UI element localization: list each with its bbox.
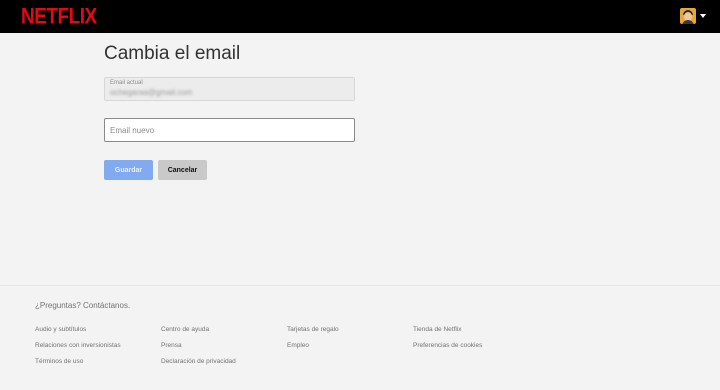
current-email-field: Email actual ochegaraa@gmail.com <box>104 77 355 101</box>
profile-menu[interactable] <box>680 8 706 24</box>
current-email-value: ochegaraa@gmail.com <box>110 88 193 97</box>
new-email-input[interactable] <box>105 119 354 141</box>
footer-link-terms[interactable]: Términos de uso <box>35 358 83 365</box>
cancel-button[interactable]: Cancelar <box>158 160 207 180</box>
top-nav-bar: NETFLIX <box>0 0 720 33</box>
footer-link-netflix-shop[interactable]: Tienda de Netflix <box>413 326 462 333</box>
footer-contact-link[interactable]: ¿Preguntas? Contáctanos. <box>35 301 130 310</box>
caret-down-icon[interactable] <box>700 14 706 18</box>
footer-link-cookie-preferences[interactable]: Preferencias de cookies <box>413 342 482 349</box>
footer-link-privacy[interactable]: Declaración de privacidad <box>161 358 236 365</box>
current-email-label: Email actual <box>110 80 143 86</box>
footer-link-audio-subtitles[interactable]: Audio y subtítulos <box>35 326 86 333</box>
footer-divider <box>0 285 720 286</box>
avatar-icon[interactable] <box>680 8 696 24</box>
footer-link-help-center[interactable]: Centro de ayuda <box>161 326 209 333</box>
footer-link-jobs[interactable]: Empleo <box>287 342 309 349</box>
footer-link-gift-cards[interactable]: Tarjetas de regalo <box>287 326 339 333</box>
footer-link-press[interactable]: Prensa <box>161 342 182 349</box>
netflix-logo[interactable]: NETFLIX <box>21 5 97 30</box>
new-email-field[interactable] <box>104 118 355 142</box>
save-button[interactable]: Guardar <box>104 160 153 180</box>
footer-link-investor-relations[interactable]: Relaciones con inversionistas <box>35 342 121 349</box>
page-title: Cambia el email <box>104 43 241 64</box>
